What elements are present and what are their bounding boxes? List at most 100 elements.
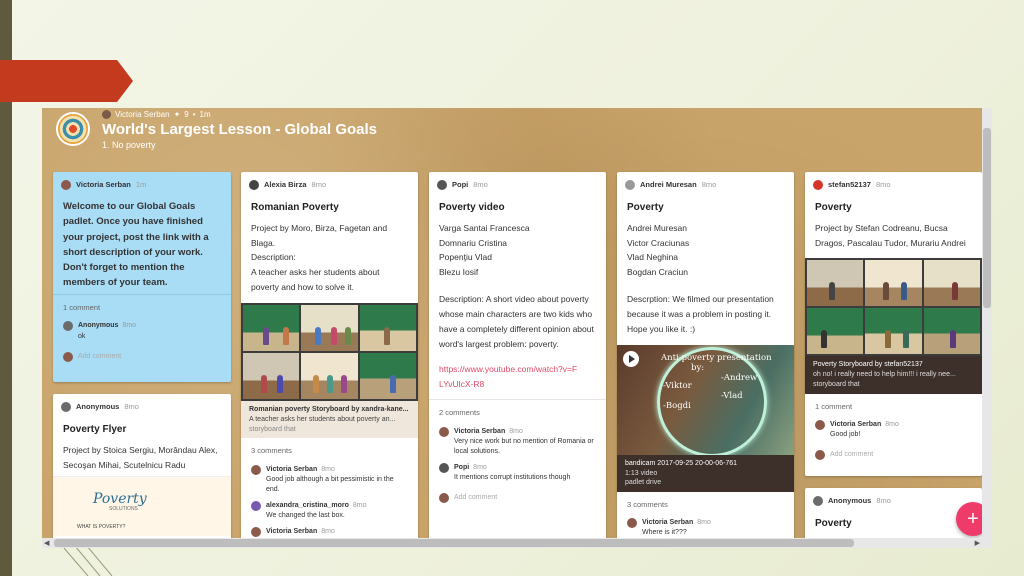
post-author[interactable]: Alexia Birza bbox=[264, 178, 307, 191]
horizontal-scroll-thumb[interactable] bbox=[54, 539, 854, 547]
attachment-description: oh no! i really need to help him!!! i re… bbox=[813, 371, 956, 379]
storyboard-panel bbox=[359, 353, 416, 399]
add-comment-label: Add comment bbox=[454, 494, 498, 502]
comment: Victoria Serban 8mo Good job! bbox=[805, 417, 982, 443]
post-title: Poverty bbox=[815, 202, 852, 214]
post-time: 8mo bbox=[124, 402, 139, 411]
post-author[interactable]: Anonymous bbox=[76, 400, 119, 413]
post-author[interactable]: stefan52137 bbox=[828, 178, 871, 191]
storyboard-panel bbox=[243, 353, 300, 399]
video-attachment[interactable]: Anti-poverty presentation by: -Andrew -V… bbox=[617, 344, 794, 493]
post-header: Victoria Serban 1m bbox=[53, 172, 231, 191]
comment-text: Good job although a bit pessimistic in t… bbox=[266, 475, 394, 493]
video-heading: Anti-poverty presentation bbox=[661, 352, 772, 363]
avatar bbox=[439, 426, 449, 437]
storyboard-attachment[interactable]: Poverty Storyboard by stefan52137 oh no!… bbox=[805, 258, 982, 394]
padlet-title: World's Largest Lesson - Global Goals bbox=[102, 121, 378, 138]
avatar bbox=[251, 500, 261, 511]
comments-count[interactable]: 1 comment bbox=[53, 295, 231, 318]
padlet-likes: 9 bbox=[184, 110, 189, 119]
attachment-title: Poverty Storyboard by stefan52137 bbox=[813, 361, 923, 369]
comment-author: Anonymous bbox=[78, 322, 119, 330]
post-card-welcome[interactable]: Victoria Serban 1m Welcome to our Global… bbox=[53, 172, 231, 382]
comment-text: Very nice work but no mention of Romania… bbox=[454, 437, 594, 455]
comment-text: Good job! bbox=[830, 431, 861, 439]
post-title: Poverty video bbox=[439, 202, 505, 214]
storyboard-panel bbox=[243, 305, 300, 351]
comment-time: 8mo bbox=[885, 420, 899, 428]
storyboard-image bbox=[805, 258, 982, 357]
avatar bbox=[251, 464, 261, 475]
post-body: Project by Stefan Codreanu, Bucsa Dragos… bbox=[815, 222, 966, 248]
comments-count[interactable]: 2 comments bbox=[429, 400, 606, 423]
comments-count[interactable]: 3 comments bbox=[617, 492, 794, 515]
add-comment[interactable]: Add comment bbox=[53, 345, 231, 369]
storyboard-image bbox=[241, 303, 418, 401]
vertical-scroll-thumb[interactable] bbox=[983, 128, 991, 308]
storyboard-panel bbox=[865, 260, 922, 307]
post-author[interactable]: Anonymous bbox=[828, 494, 871, 507]
post-card-andrei-poverty[interactable]: Andrei Muresan 8mo Poverty Andrei Muresa… bbox=[617, 172, 794, 548]
post-card-romanian-poverty[interactable]: Alexia Birza 8mo Romanian Poverty Projec… bbox=[241, 172, 418, 548]
post-author[interactable]: Andrei Muresan bbox=[640, 178, 697, 191]
post-card-stefan-poverty[interactable]: stefan52137 8mo Poverty Project by Stefa… bbox=[805, 172, 982, 476]
comment: alexandra_cristina_moro 8mo We changed th… bbox=[241, 498, 418, 524]
post-time: 8mo bbox=[876, 496, 891, 505]
storyboard-panel bbox=[301, 353, 358, 399]
storyboard-panel bbox=[865, 308, 922, 355]
post-card-flyer[interactable]: Anonymous 8mo Poverty Flyer Project by S… bbox=[53, 394, 231, 548]
comment: Anonymous 8mo ok bbox=[53, 318, 231, 344]
comment-time: 8mo bbox=[509, 427, 523, 435]
post-card-poverty-video[interactable]: Popi 8mo Poverty video Varga Santai Fran… bbox=[429, 172, 606, 548]
post-body: Varga Santai Francesca Domnariu Cristina… bbox=[429, 219, 606, 396]
post-title: Romanian Poverty bbox=[251, 202, 339, 214]
comment: Victoria Serban 8mo Good job although a b… bbox=[241, 462, 418, 498]
avatar bbox=[63, 321, 73, 332]
horizontal-scrollbar[interactable]: ◀ ▶ bbox=[42, 538, 992, 548]
post-time: 1m bbox=[135, 180, 147, 189]
comment-author: Victoria Serban bbox=[266, 465, 318, 473]
avatar bbox=[625, 179, 635, 190]
flyer-image[interactable]: Poverty SOLUTIONS WHAT IS POVERTY? bbox=[53, 476, 231, 537]
video-thumbnail[interactable]: Anti-poverty presentation by: -Andrew -V… bbox=[617, 344, 794, 455]
flyer-image-sub: SOLUTIONS bbox=[109, 506, 138, 513]
add-comment[interactable]: Add comment bbox=[429, 486, 606, 510]
comment-text: It mentions corrupt institutions though bbox=[454, 474, 571, 482]
avatar bbox=[439, 462, 449, 473]
padlet-author[interactable]: Victoria Serban bbox=[115, 110, 170, 119]
avatar bbox=[627, 518, 637, 529]
member-name: Varga Santai Francesca bbox=[439, 222, 530, 233]
post-header: Popi 8mo bbox=[429, 172, 606, 191]
post-body: Project by Stoica Sergiu, Morândau Alex,… bbox=[63, 444, 218, 470]
post-header: Andrei Muresan 8mo bbox=[617, 172, 794, 191]
comment-time: 8mo bbox=[473, 463, 487, 471]
video-name: -Andrew bbox=[721, 372, 758, 383]
scroll-right-icon[interactable]: ▶ bbox=[975, 539, 980, 547]
play-icon[interactable] bbox=[623, 350, 639, 367]
add-comment[interactable]: Add comment bbox=[805, 443, 982, 467]
post-body: Project by Moro, Birza, Fagetan and Blag… bbox=[241, 219, 418, 299]
post-header: stefan52137 8mo bbox=[805, 172, 982, 191]
vertical-scrollbar[interactable] bbox=[982, 108, 992, 548]
scroll-left-icon[interactable]: ◀ bbox=[44, 539, 49, 547]
padlet-header: Victoria Serban ✦ 9 • 1m World's Largest… bbox=[42, 108, 992, 160]
comments-count[interactable]: 1 comment bbox=[805, 394, 982, 417]
post-description: Description: A short video about poverty… bbox=[439, 294, 594, 349]
youtube-link[interactable]: https://www.youtube.com/watch?v=FLYvUlcX… bbox=[439, 362, 579, 392]
attachment-description: 1:13 video bbox=[625, 469, 658, 477]
comment: Popi 8mo It mentions corrupt institutions… bbox=[429, 460, 606, 486]
storyboard-panel bbox=[923, 308, 980, 355]
add-comment-label: Add comment bbox=[78, 352, 122, 360]
attachment-source: storyboard that bbox=[249, 425, 296, 433]
storyboard-attachment[interactable]: Romanian poverty Storyboard by xandra-ka… bbox=[241, 303, 418, 439]
add-comment-label: Add comment bbox=[830, 451, 874, 459]
post-body: Welcome to our Global Goals padlet. Once… bbox=[63, 201, 209, 289]
post-author[interactable]: Victoria Serban bbox=[76, 178, 131, 191]
post-body: Andrei Muresan Victor Craciunas Vlad Neg… bbox=[617, 219, 794, 341]
padlet-logo-icon bbox=[56, 112, 90, 146]
post-author[interactable]: Popi bbox=[452, 178, 468, 191]
comment-author: Victoria Serban bbox=[642, 519, 694, 527]
comment-author: Victoria Serban bbox=[266, 528, 318, 536]
comments-count[interactable]: 3 comments bbox=[241, 438, 418, 461]
post-time: 8mo bbox=[473, 180, 488, 189]
